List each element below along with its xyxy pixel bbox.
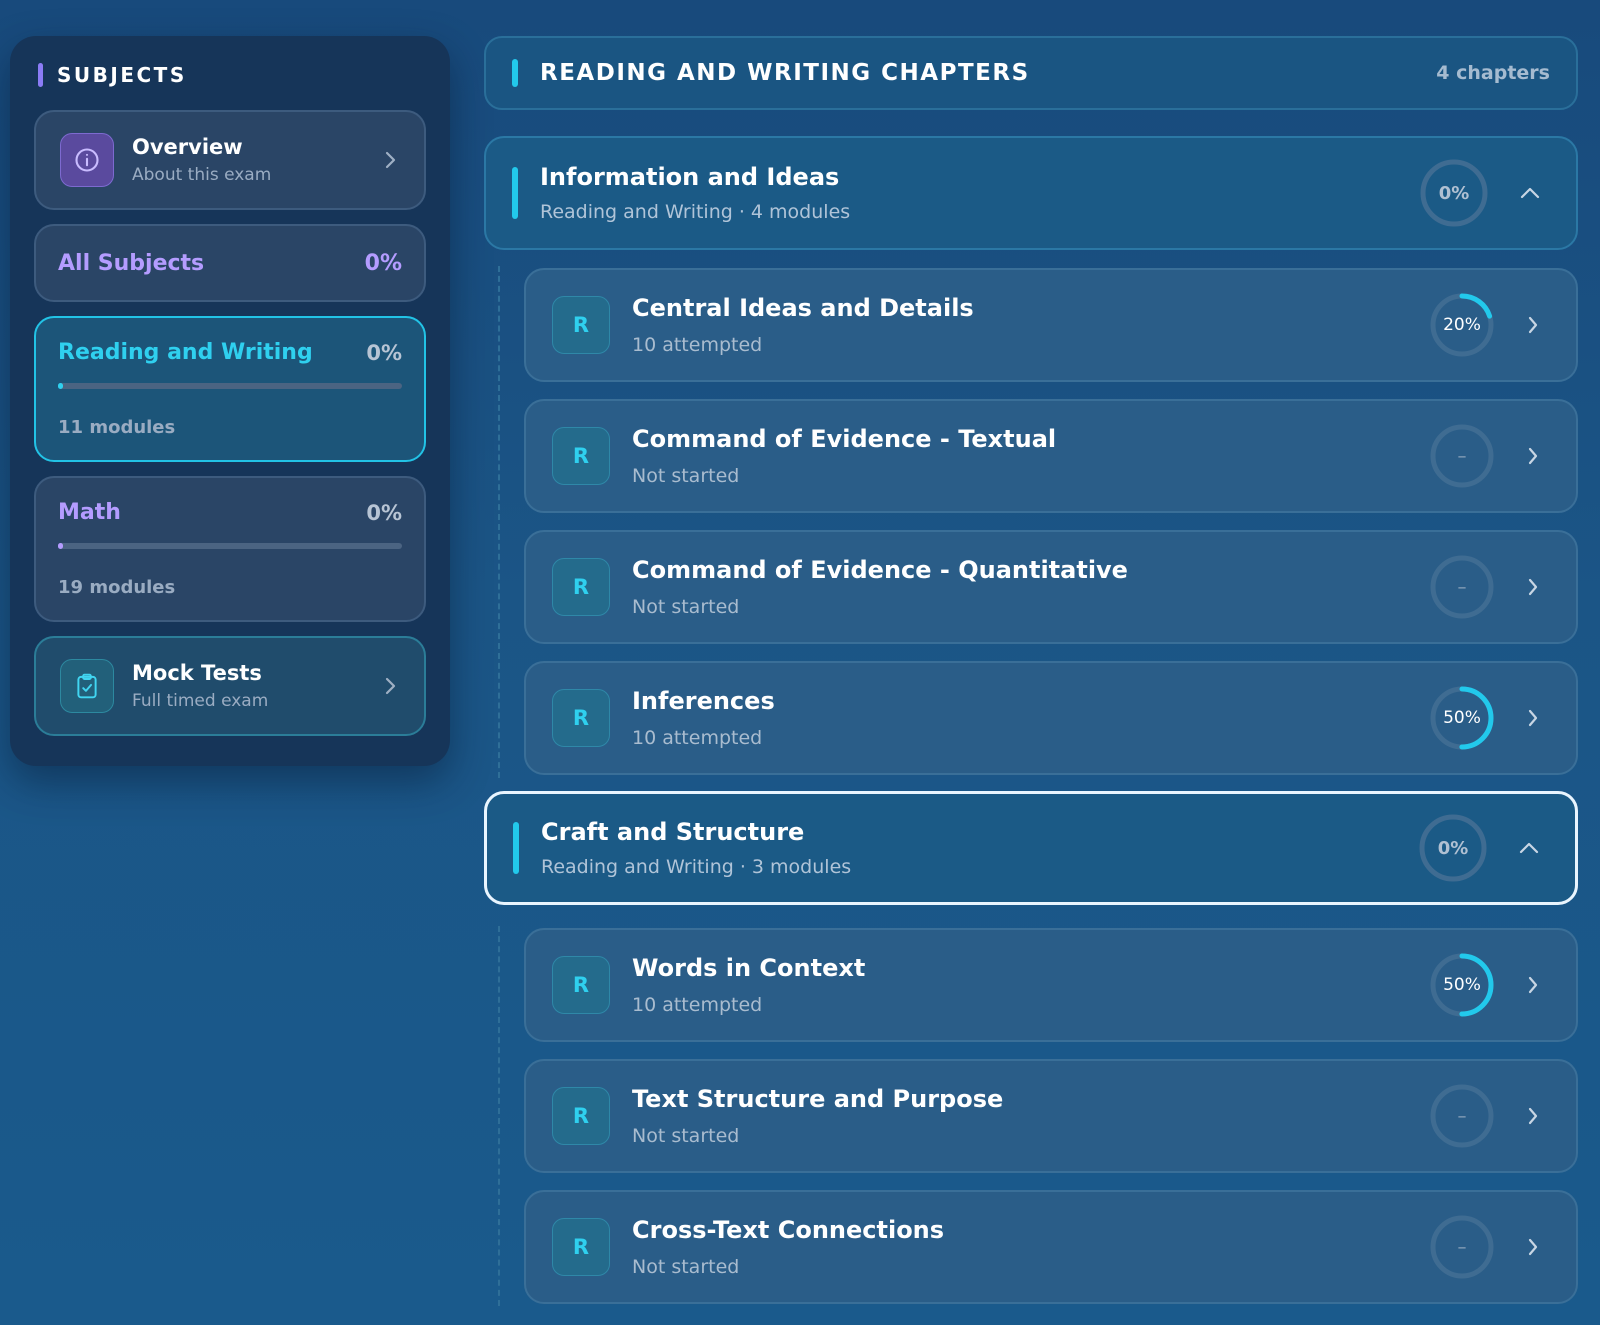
module-progress-ring: 50%	[1428, 951, 1496, 1019]
module-text-structure-and-purpose[interactable]: R Text Structure and Purpose Not started…	[524, 1059, 1578, 1173]
chapter-progress-ring: 0%	[1418, 157, 1490, 229]
chapters-count: 4 chapters	[1436, 62, 1550, 84]
module-progress-ring: –	[1428, 422, 1496, 490]
module-ring-label: 50%	[1443, 708, 1481, 728]
module-progress-ring: –	[1428, 1082, 1496, 1150]
sidebar-heading-text: SUBJECTS	[57, 63, 187, 87]
chapter-subtitle: Reading and Writing · 3 modules	[541, 856, 852, 878]
heading-accent-bar	[38, 63, 43, 87]
subjects-sidebar: SUBJECTS Overview About this exam All Su…	[10, 36, 450, 766]
all-subjects-percent: 0%	[364, 250, 402, 276]
subject-progress-bar	[58, 383, 402, 389]
module-status: Not started	[632, 465, 740, 487]
subject-name: Math	[58, 500, 121, 525]
chevron-right-icon	[1522, 1105, 1544, 1127]
module-progress-ring: 50%	[1428, 684, 1496, 752]
subject-card-math[interactable]: Math 0% 19 modules	[34, 476, 426, 622]
chapter-accent-bar	[513, 822, 519, 874]
module-ring-label: –	[1457, 445, 1467, 467]
chevron-right-icon	[1522, 314, 1544, 336]
module-cross-text-connections[interactable]: R Cross-Text Connections Not started –	[524, 1190, 1578, 1304]
module-central-ideas-and-details[interactable]: R Central Ideas and Details 10 attempted…	[524, 268, 1578, 382]
chapter-title: Information and Ideas	[540, 163, 840, 191]
module-ring-label: –	[1457, 576, 1467, 598]
subject-name: Reading and Writing	[58, 340, 313, 365]
info-icon	[60, 133, 114, 187]
module-badge: R	[552, 427, 610, 485]
chapter-header-craft-and-structure[interactable]: Craft and Structure Reading and Writing …	[484, 791, 1578, 905]
module-title: Command of Evidence - Textual	[632, 425, 1057, 453]
overview-button[interactable]: Overview About this exam	[34, 110, 426, 210]
module-badge: R	[552, 558, 610, 616]
module-progress-ring: –	[1428, 553, 1496, 621]
module-title: Cross-Text Connections	[632, 1216, 945, 1244]
module-title: Command of Evidence - Quantitative	[632, 556, 1128, 584]
module-status: Not started	[632, 596, 740, 618]
chevron-up-icon[interactable]	[1517, 836, 1541, 860]
chapters-title: READING AND WRITING CHAPTERS	[540, 60, 1030, 86]
module-title: Words in Context	[632, 954, 866, 982]
module-command-of-evidence-textual[interactable]: R Command of Evidence - Textual Not star…	[524, 399, 1578, 513]
overview-subtitle: About this exam	[132, 165, 272, 185]
subject-progress-bar	[58, 543, 402, 549]
chevron-right-icon	[1522, 445, 1544, 467]
chevron-right-icon	[1522, 707, 1544, 729]
header-accent-bar	[512, 59, 518, 87]
subject-progress-fill	[58, 383, 64, 389]
chapter-percent: 0%	[1438, 182, 1470, 204]
subject-progress-fill	[58, 543, 64, 549]
chapter-progress-ring: 0%	[1417, 812, 1489, 884]
chevron-right-icon	[1522, 1236, 1544, 1258]
module-title: Text Structure and Purpose	[632, 1085, 1004, 1113]
module-progress-ring: –	[1428, 1213, 1496, 1281]
module-words-in-context[interactable]: R Words in Context 10 attempted 50%	[524, 928, 1578, 1042]
module-badge: R	[552, 689, 610, 747]
chevron-right-icon	[1522, 576, 1544, 598]
chapter-connector-line	[498, 266, 500, 778]
mock-tests-button[interactable]: Mock Tests Full timed exam	[34, 636, 426, 736]
module-progress-ring: 20%	[1428, 291, 1496, 359]
module-status: 10 attempted	[632, 994, 763, 1016]
chapter-percent: 0%	[1437, 837, 1469, 859]
subject-card-reading-writing[interactable]: Reading and Writing 0% 11 modules	[34, 316, 426, 462]
module-status: 10 attempted	[632, 334, 763, 356]
chapter-connector-line	[498, 926, 500, 1306]
clipboard-check-icon	[60, 659, 114, 713]
module-badge: R	[552, 296, 610, 354]
chapter-title: Craft and Structure	[541, 818, 805, 846]
mock-tests-title: Mock Tests	[132, 661, 262, 685]
module-ring-label: –	[1457, 1105, 1467, 1127]
module-ring-label: 20%	[1443, 315, 1481, 335]
all-subjects-button[interactable]: All Subjects 0%	[34, 224, 426, 302]
module-badge: R	[552, 1218, 610, 1276]
chapters-header: READING AND WRITING CHAPTERS 4 chapters	[484, 36, 1578, 110]
module-badge: R	[552, 1087, 610, 1145]
module-title: Inferences	[632, 687, 775, 715]
chapter-accent-bar	[512, 167, 518, 219]
module-status: Not started	[632, 1256, 740, 1278]
module-command-of-evidence-quantitative[interactable]: R Command of Evidence - Quantitative Not…	[524, 530, 1578, 644]
mock-tests-subtitle: Full timed exam	[132, 691, 269, 711]
subject-modules-count: 11 modules	[58, 417, 176, 438]
module-status: 10 attempted	[632, 727, 763, 749]
subject-percent: 0%	[366, 500, 402, 525]
chapter-subtitle: Reading and Writing · 4 modules	[540, 201, 851, 223]
overview-title: Overview	[132, 135, 243, 159]
subject-percent: 0%	[366, 340, 402, 365]
chevron-right-icon	[380, 676, 400, 696]
module-title: Central Ideas and Details	[632, 294, 974, 322]
module-ring-label: 50%	[1443, 975, 1481, 995]
chevron-right-icon	[380, 150, 400, 170]
module-inferences[interactable]: R Inferences 10 attempted 50%	[524, 661, 1578, 775]
chevron-up-icon[interactable]	[1518, 181, 1542, 205]
module-ring-label: –	[1457, 1236, 1467, 1258]
sidebar-heading: SUBJECTS	[38, 62, 426, 88]
all-subjects-label: All Subjects	[58, 250, 205, 276]
module-badge: R	[552, 956, 610, 1014]
chapter-header-information-and-ideas[interactable]: Information and Ideas Reading and Writin…	[484, 136, 1578, 250]
module-status: Not started	[632, 1125, 740, 1147]
chevron-right-icon	[1522, 974, 1544, 996]
subject-modules-count: 19 modules	[58, 577, 176, 598]
